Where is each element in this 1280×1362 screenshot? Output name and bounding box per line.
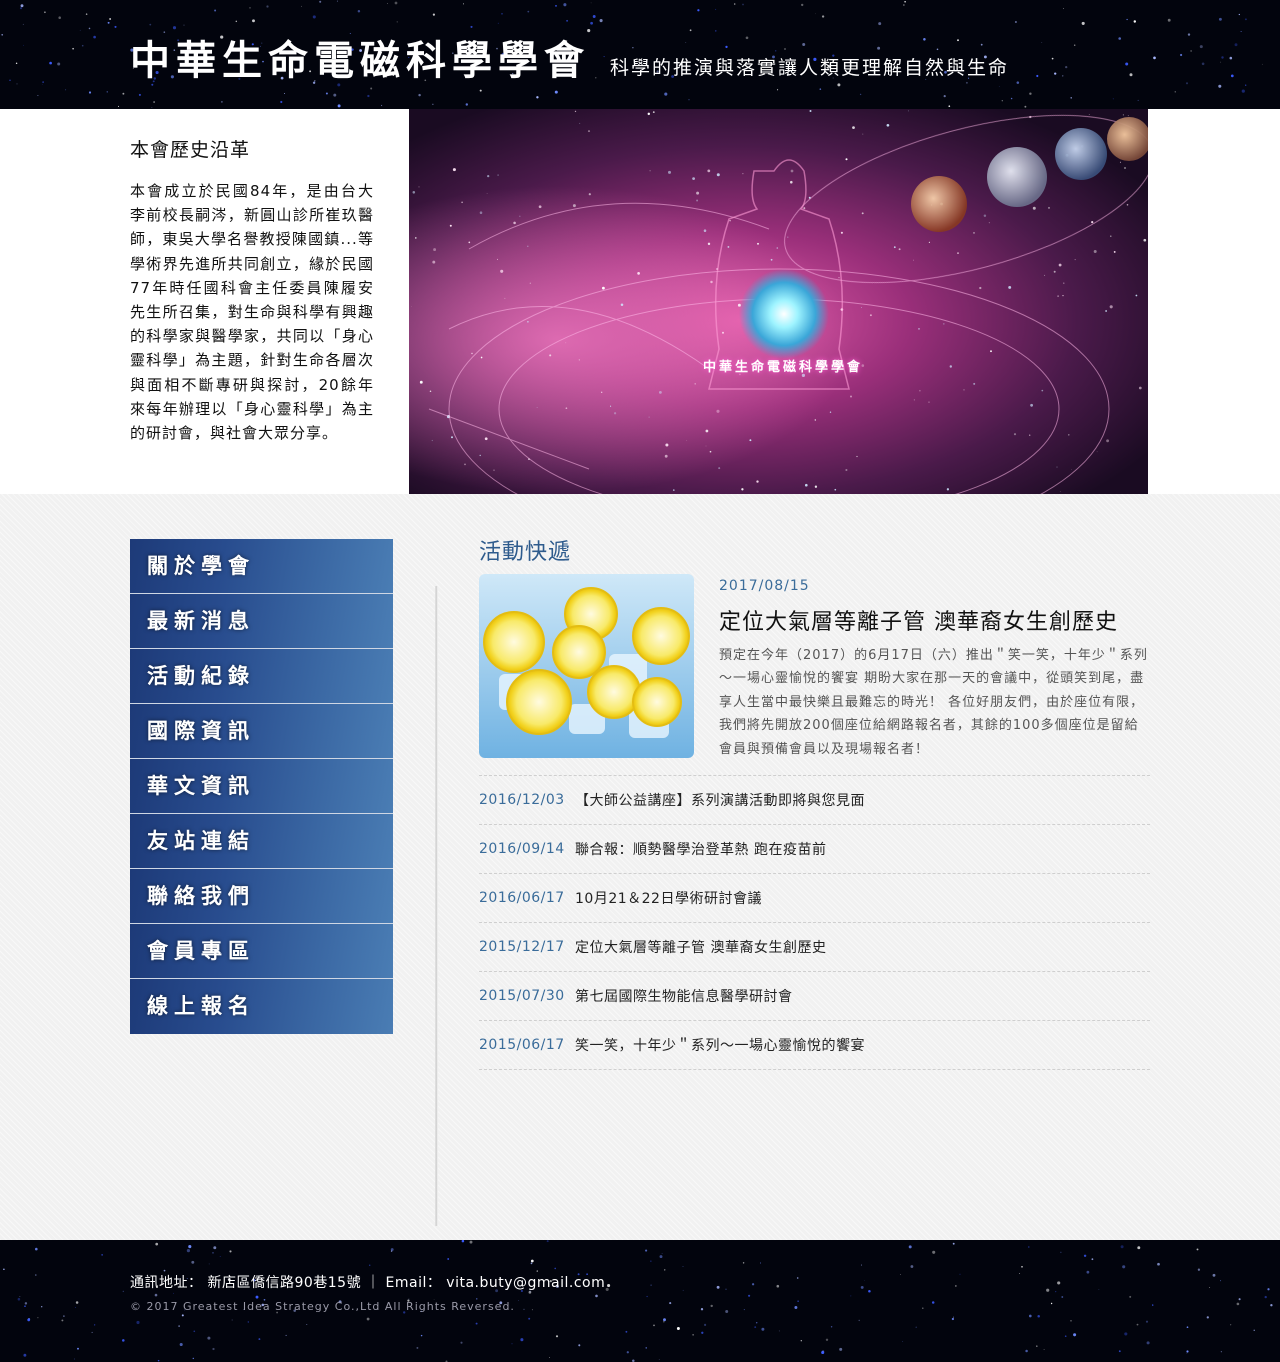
nav-item-news[interactable]: 最新消息 (130, 594, 393, 649)
section-title: 活動快遞 (479, 540, 572, 565)
news-title[interactable]: 10月21＆22日學術研討會議 (575, 888, 762, 908)
address-label: 通訊地址： (130, 1275, 203, 1291)
nebula-image (409, 109, 1148, 494)
nav-item-members[interactable]: 會員專區 (130, 924, 393, 979)
news-list-item[interactable]: 2016/09/14 聯合報：順勢醫學治登革熱 跑在疫苗前 (479, 825, 1150, 874)
news-list-item[interactable]: 2015/06/17 笑一笑，十年少＂系列～一場心靈愉悅的饗宴 (479, 1021, 1150, 1070)
news-date: 2016/12/03 (479, 792, 565, 808)
featured-date: 2017/08/15 (719, 578, 810, 594)
site-title[interactable]: 中華生命電磁科學學會 (130, 28, 590, 86)
hero-banner: 中華生命電磁科學學會 (409, 109, 1148, 494)
history-heading: 本會歷史沿革 (130, 139, 251, 161)
news-title[interactable]: 第七屆國際生物能信息醫學研討會 (575, 986, 793, 1006)
separator: ｜ (366, 1275, 381, 1291)
news-title[interactable]: 笑一笑，十年少＂系列～一場心靈愉悅的饗宴 (575, 1035, 865, 1055)
column-divider (435, 586, 438, 1226)
news-title[interactable]: 【大師公益講座】系列演講活動即將與您見面 (575, 790, 865, 810)
intro-section: 本會歷史沿革 本會成立於民國84年，是由台大李前校長嗣涔，新圓山診所崔玖醫師，東… (0, 109, 1280, 494)
news-title[interactable]: 聯合報：順勢醫學治登革熱 跑在疫苗前 (575, 839, 826, 859)
nav-item-contact[interactable]: 聯絡我們 (130, 869, 393, 924)
side-navigation: 關於學會 最新消息 活動紀錄 國際資訊 華文資訊 友站連結 聯絡我們 會員專區 … (130, 539, 393, 1034)
lemon-slices-image[interactable] (479, 574, 694, 758)
news-title[interactable]: 定位大氣層等離子管 澳華裔女生創歷史 (575, 937, 826, 957)
site-footer: 通訊地址： 新店區僑信路90巷15號 ｜ Email： vita.buty@gm… (0, 1240, 1280, 1362)
copyright-text: © 2017 Greatest Idea Strategy Co.,Ltd Al… (130, 1300, 515, 1313)
nav-item-activities[interactable]: 活動紀錄 (130, 649, 393, 704)
featured-title-link[interactable]: 定位大氣層等離子管 澳華裔女生創歷史 (719, 604, 1118, 636)
news-date: 2015/07/30 (479, 988, 565, 1004)
nav-item-international[interactable]: 國際資訊 (130, 704, 393, 759)
news-list-item[interactable]: 2015/12/17 定位大氣層等離子管 澳華裔女生創歷史 (479, 923, 1150, 972)
news-list: 2016/12/03 【大師公益講座】系列演講活動即將與您見面 2016/09/… (479, 776, 1150, 1070)
banner-caption: 中華生命電磁科學學會 (703, 360, 864, 375)
news-list-item[interactable]: 2016/12/03 【大師公益講座】系列演講活動即將與您見面 (479, 776, 1150, 825)
main-content: 關於學會 最新消息 活動紀錄 國際資訊 華文資訊 友站連結 聯絡我們 會員專區 … (0, 494, 1280, 1240)
nav-item-chinese-info[interactable]: 華文資訊 (130, 759, 393, 814)
site-header: 中華生命電磁科學學會 科學的推演與落實讓人類更理解自然與生命 (0, 0, 1280, 109)
featured-news: 2017/08/15 定位大氣層等離子管 澳華裔女生創歷史 預定在今年（2017… (479, 574, 1150, 776)
nav-item-registration[interactable]: 線上報名 (130, 979, 393, 1034)
nav-item-about[interactable]: 關於學會 (130, 539, 393, 594)
address-text: 新店區僑信路90巷15號 (207, 1275, 362, 1291)
news-list-item[interactable]: 2016/06/17 10月21＆22日學術研討會議 (479, 874, 1150, 923)
email-label: Email： (385, 1275, 442, 1291)
news-date: 2015/06/17 (479, 1037, 565, 1053)
nav-item-links[interactable]: 友站連結 (130, 814, 393, 869)
news-date: 2015/12/17 (479, 939, 565, 955)
news-list-item[interactable]: 2015/07/30 第七屆國際生物能信息醫學研討會 (479, 972, 1150, 1021)
featured-description: 預定在今年（2017）的6月17日（六）推出＂笑一笑，十年少＂系列～一場心靈愉悅… (719, 648, 1148, 757)
footer-contact: 通訊地址： 新店區僑信路90巷15號 ｜ Email： vita.buty@gm… (130, 1272, 605, 1292)
news-date: 2016/09/14 (479, 841, 565, 857)
history-text: 本會成立於民國84年，是由台大李前校長嗣涔，新圓山診所崔玖醫師，東吳大學名譽教授… (130, 182, 374, 443)
news-date: 2016/06/17 (479, 890, 565, 906)
email-link[interactable]: vita.buty@gmail.com (446, 1275, 605, 1291)
site-slogan: 科學的推演與落實讓人類更理解自然與生命 (610, 57, 1010, 79)
